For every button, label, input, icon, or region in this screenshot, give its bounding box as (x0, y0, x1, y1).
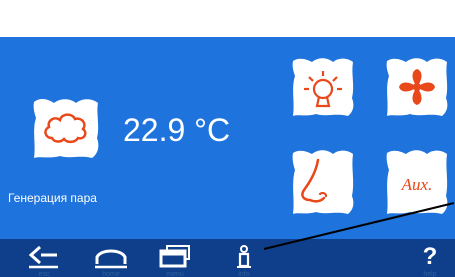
home-button[interactable]: home (91, 244, 131, 277)
aux-label: Aux. (401, 175, 433, 194)
nose-icon (292, 150, 354, 214)
menu-windows-icon (159, 245, 190, 268)
fan-tile[interactable] (384, 56, 450, 118)
esc-label: esc (38, 271, 50, 277)
menu-label: menu (166, 271, 184, 277)
help-button[interactable]: ? help (410, 244, 450, 277)
back-arrow-icon (28, 245, 58, 269)
info-label: info (238, 271, 250, 277)
aux-icon: Aux. (386, 150, 448, 214)
lightbulb-icon (292, 58, 354, 116)
info-icon (237, 245, 251, 268)
esc-button[interactable]: esc (24, 244, 64, 277)
light-tile[interactable] (290, 56, 356, 118)
aux-tile[interactable]: Aux. (384, 148, 450, 216)
help-label: help (423, 271, 437, 277)
temperature-readout: 22.9 °C (123, 112, 231, 148)
cloud-icon (33, 99, 99, 158)
home-icon (95, 249, 127, 269)
aroma-tile[interactable] (290, 148, 356, 216)
fan-icon (386, 58, 448, 116)
mode-caption: Генерация пара (8, 191, 97, 205)
info-button[interactable]: info (224, 244, 264, 277)
steam-tile[interactable] (30, 96, 102, 160)
home-label: home (102, 271, 120, 277)
top-band (0, 0, 455, 37)
control-panel-screen: Aux. 22.9 °C Генерация пара esc home men… (0, 0, 455, 277)
help-icon: ? (422, 243, 438, 270)
menu-button[interactable]: menu (155, 244, 195, 277)
